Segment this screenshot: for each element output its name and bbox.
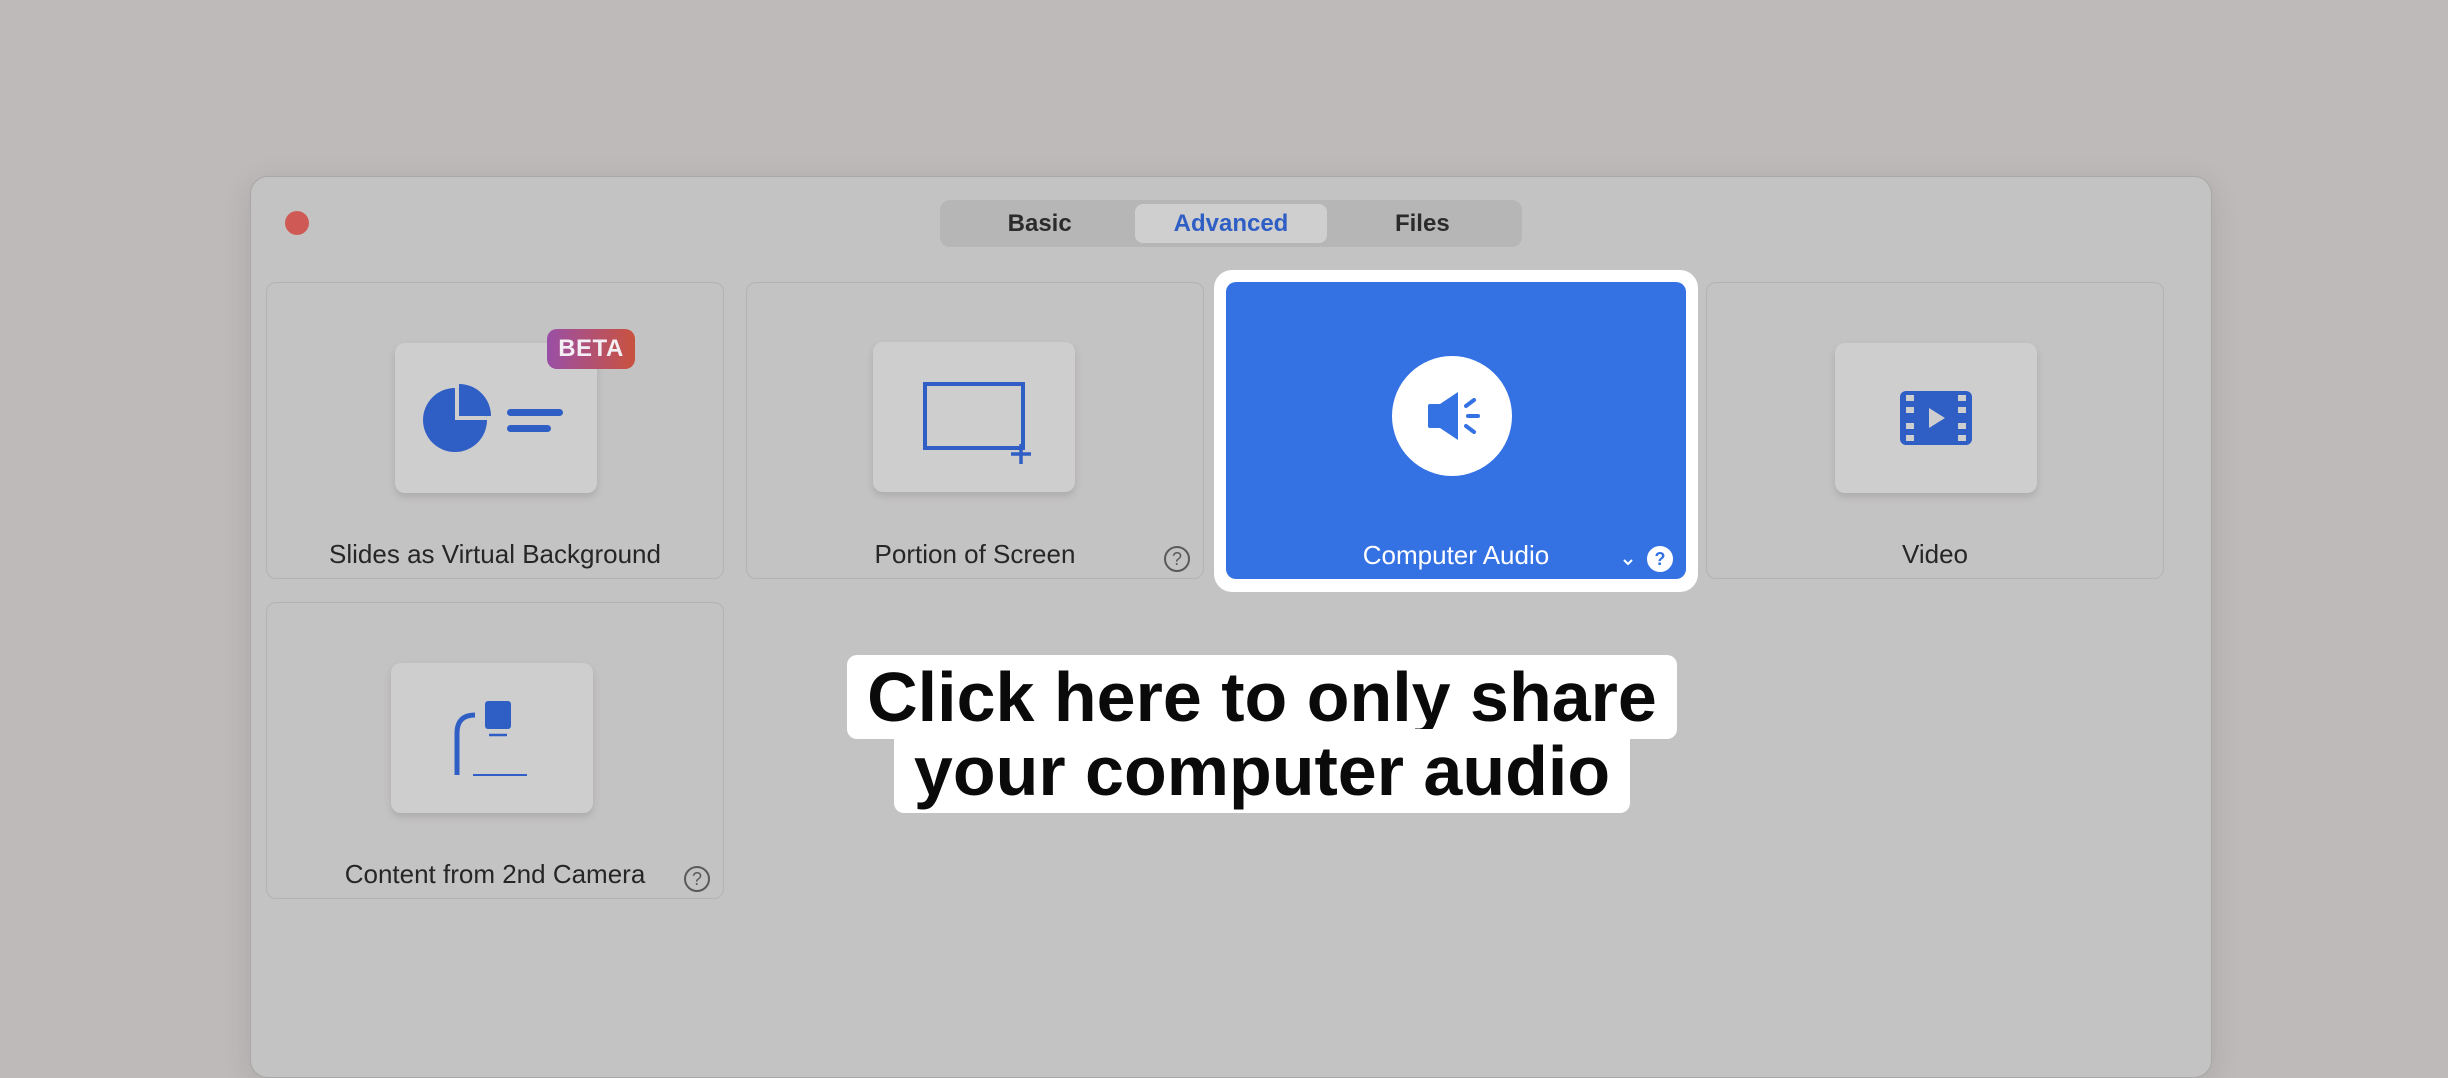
tab-files[interactable]: Files [1327,204,1518,243]
tile-label-audio: Computer Audio [1362,540,1550,570]
tile-portion-of-screen[interactable]: Portion of Screen ? [746,282,1204,579]
tab-basic[interactable]: Basic [944,204,1135,243]
camera-icon-box [391,663,593,813]
tile-second-camera[interactable]: Content from 2nd Camera ? [266,602,724,899]
tile-label-portion: Portion of Screen [874,539,1076,569]
help-icon[interactable]: ? [1164,546,1190,572]
chevron-down-icon[interactable] [1621,557,1635,567]
speaker-icon [1428,392,1480,440]
tab-advanced[interactable]: Advanced [1135,204,1327,243]
close-window-button[interactable] [285,211,309,235]
tile-label-camera: Content from 2nd Camera [344,859,646,889]
document-camera-icon [454,701,527,776]
share-mode-tabs: Basic Advanced Files [940,200,1522,247]
tile-video[interactable]: Video [1706,282,2164,579]
film-play-icon [1900,391,1972,445]
share-screen-window: Basic Advanced Files BETA Slides as Virt… [250,176,2212,1078]
tile-label-video: Video [1901,539,1969,569]
video-icon-box [1835,343,2037,493]
beta-badge: BETA [547,329,635,369]
callout-line-1: Click here to only share [847,655,1677,739]
tile-label-slides: Slides as Virtual Background [329,539,661,569]
portion-icon-box [873,342,1075,492]
help-icon[interactable]: ? [1647,546,1673,572]
callout-line-2: your computer audio [893,729,1631,813]
speaker-icon-circle [1392,356,1512,476]
tile-slides-virtual-background[interactable]: BETA Slides as Virtual Background [266,282,724,579]
screen-portion-icon [923,382,1031,464]
tile-computer-audio[interactable]: Computer Audio ? [1226,282,1686,579]
help-icon[interactable]: ? [684,866,710,892]
